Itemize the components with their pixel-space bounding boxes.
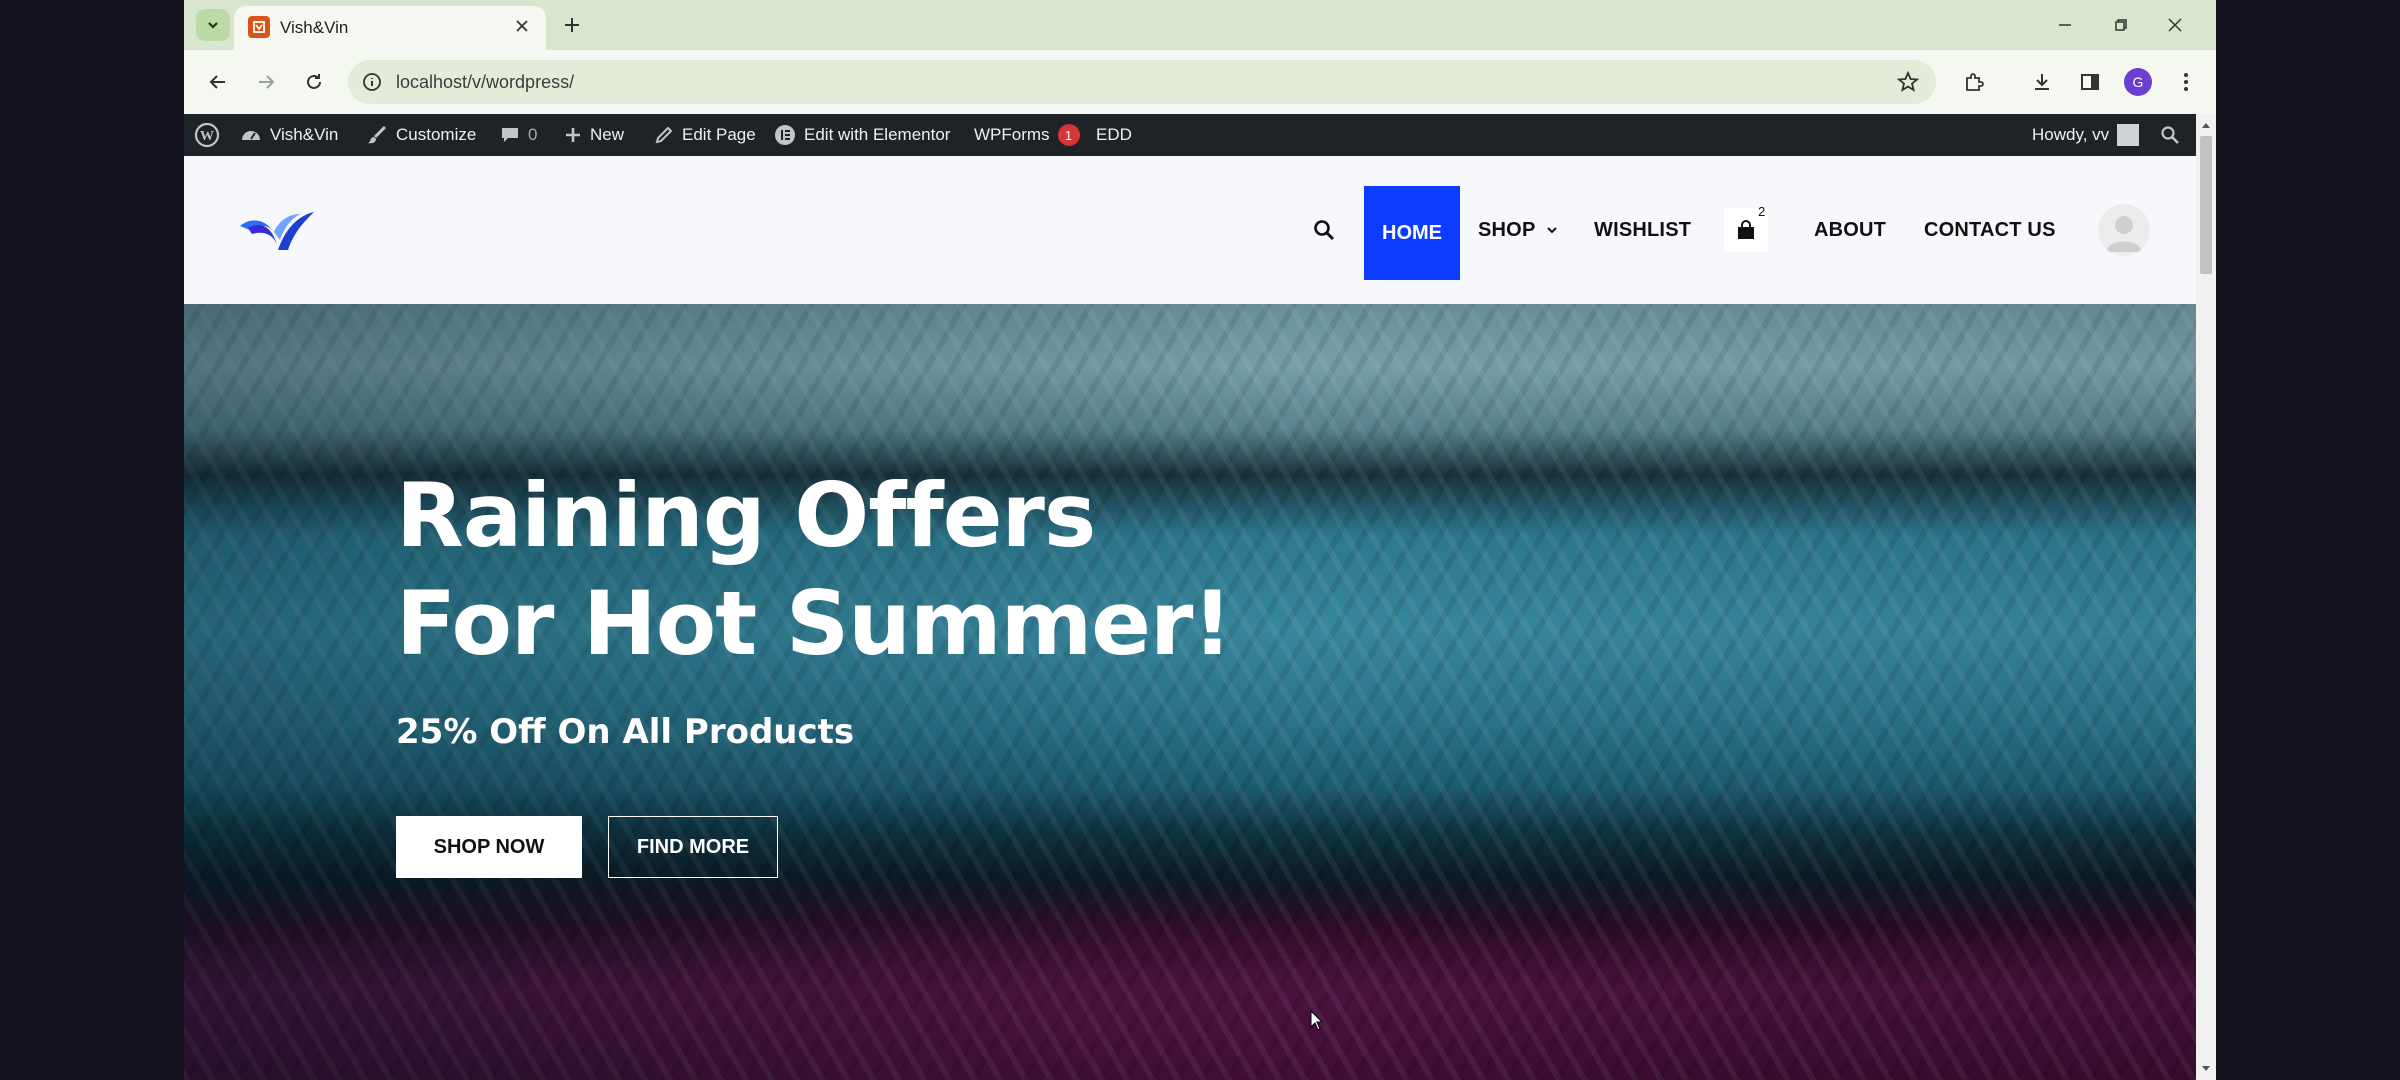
- browser-window: Vish&Vin localhost/v/wordpress/ G W Vish…: [184, 0, 2216, 1080]
- plus-icon: [565, 18, 579, 32]
- wp-admin-bar: W Vish&Vin Customize 0 New Edit Page Edi…: [184, 114, 2196, 156]
- search-icon: [2161, 126, 2179, 144]
- reload-icon: [307, 74, 321, 89]
- arrow-right-icon: [259, 75, 275, 89]
- hero-overlay: [184, 304, 2196, 1080]
- site-logo[interactable]: [238, 206, 318, 258]
- bookmark-star-icon[interactable]: [1896, 70, 1920, 94]
- new-label: New: [590, 125, 625, 144]
- my-account-menu[interactable]: Howdy, vv: [2032, 114, 2140, 156]
- restore-icon: [2115, 19, 2127, 31]
- tab-title: Vish&Vin: [280, 18, 349, 37]
- nav-home[interactable]: HOME: [1364, 186, 1460, 280]
- site-favicon-icon: [248, 16, 270, 38]
- elementor-icon: [775, 125, 795, 145]
- wordpress-icon: W: [194, 122, 220, 148]
- edd-label: EDD: [1096, 125, 1132, 144]
- site-search-button[interactable]: [1308, 214, 1340, 246]
- side-panel-button[interactable]: [2074, 66, 2106, 98]
- cart-count-badge: 2: [1758, 204, 1766, 219]
- download-icon: [2035, 74, 2049, 90]
- forward-button[interactable]: [250, 66, 282, 98]
- puzzle-icon: [1966, 73, 1984, 91]
- downloads-button[interactable]: [2026, 66, 2058, 98]
- hero-title-line1: Raining Offers: [396, 464, 1096, 567]
- hero-subtitle: 25% Off On All Products: [396, 712, 855, 752]
- customize-link[interactable]: Customize: [366, 114, 476, 156]
- close-icon: [2168, 18, 2182, 32]
- side-panel-icon: [2081, 74, 2099, 90]
- minimize-icon: [2059, 24, 2071, 26]
- nav-shop[interactable]: SHOP: [1478, 156, 1559, 304]
- edd-menu[interactable]: EDD: [1096, 114, 1132, 156]
- nav-contact[interactable]: CONTACT US: [1924, 156, 2056, 304]
- search-icon: [1314, 220, 1335, 241]
- edit-page-link[interactable]: Edit Page: [654, 114, 756, 156]
- edit-elementor-label: Edit with Elementor: [804, 125, 951, 144]
- browser-menu-button[interactable]: [2170, 66, 2202, 98]
- site-header: HOME SHOP WISHLIST 2 ABOUT CONTACT US: [184, 156, 2196, 304]
- dashboard-icon: [242, 131, 260, 140]
- hero-banner: Raining Offers For Hot Summer! 25% Off O…: [184, 304, 2196, 1080]
- site-info-icon[interactable]: [360, 70, 384, 94]
- chevron-down-icon: [1547, 227, 1558, 234]
- tab-strip: Vish&Vin: [184, 0, 2216, 50]
- account-avatar[interactable]: [2098, 204, 2150, 256]
- nav-about[interactable]: ABOUT: [1814, 156, 1886, 304]
- admin-search-button[interactable]: [2160, 114, 2180, 156]
- new-tab-button[interactable]: [556, 9, 588, 41]
- hero-title-line2: For Hot Summer!: [396, 572, 1232, 675]
- howdy-label: Howdy, vv: [2032, 125, 2110, 144]
- arrow-left-icon: [209, 75, 225, 89]
- comments-count: 0: [528, 125, 538, 144]
- reload-button[interactable]: [298, 66, 330, 98]
- svg-text:W: W: [200, 129, 214, 144]
- wp-logo-menu[interactable]: W: [194, 114, 220, 156]
- chevron-down-icon: [208, 22, 218, 29]
- new-content-menu[interactable]: New: [564, 114, 624, 156]
- pencil-icon: [655, 126, 673, 144]
- browser-toolbar: localhost/v/wordpress/ G: [184, 50, 2216, 114]
- url-text[interactable]: localhost/v/wordpress/: [396, 72, 574, 93]
- nav-wishlist[interactable]: WISHLIST: [1594, 156, 1691, 304]
- profile-avatar[interactable]: G: [2124, 68, 2152, 96]
- notification-badge: 1: [1057, 124, 1080, 146]
- address-bar[interactable]: localhost/v/wordpress/: [348, 60, 1936, 104]
- edit-page-label: Edit Page: [682, 125, 756, 144]
- comment-icon: [502, 128, 518, 142]
- page-viewport: W Vish&Vin Customize 0 New Edit Page Edi…: [184, 114, 2196, 1080]
- restore-button[interactable]: [2098, 8, 2144, 42]
- wpforms-label: WPForms: [974, 125, 1050, 144]
- page-scrollbar[interactable]: [2196, 114, 2216, 1080]
- edit-elementor-link[interactable]: Edit with Elementor: [774, 114, 950, 156]
- site-name-label: Vish&Vin: [270, 125, 339, 144]
- nav-shop-label: SHOP: [1478, 218, 1536, 241]
- minimize-button[interactable]: [2042, 8, 2088, 42]
- back-button[interactable]: [202, 66, 234, 98]
- close-tab-icon[interactable]: [510, 14, 534, 38]
- mouse-cursor-icon: [1310, 1010, 1324, 1031]
- extensions-button[interactable]: [1958, 66, 1990, 98]
- shop-now-button[interactable]: SHOP NOW: [396, 816, 582, 878]
- site-name-menu[interactable]: Vish&Vin: [240, 114, 338, 156]
- customize-label: Customize: [396, 125, 477, 144]
- user-avatar: [2117, 124, 2140, 146]
- scrollbar-thumb[interactable]: [2200, 136, 2212, 274]
- user-icon: [2106, 216, 2142, 252]
- tab-search-button[interactable]: [196, 9, 230, 41]
- wpforms-menu[interactable]: WPForms 1: [974, 114, 1080, 156]
- scroll-down-arrow-icon[interactable]: [2201, 1064, 2211, 1074]
- hero-title: Raining Offers For Hot Summer!: [396, 462, 1232, 678]
- shopping-bag-icon: [1738, 220, 1754, 239]
- more-vertical-icon: [2184, 73, 2188, 91]
- comments-link[interactable]: 0: [500, 114, 537, 156]
- scroll-up-arrow-icon[interactable]: [2201, 120, 2211, 130]
- close-window-button[interactable]: [2152, 8, 2198, 42]
- browser-tab[interactable]: Vish&Vin: [234, 6, 546, 50]
- paintbrush-icon: [368, 125, 387, 144]
- find-more-button[interactable]: FIND MORE: [608, 816, 778, 878]
- plus-icon: [566, 128, 580, 142]
